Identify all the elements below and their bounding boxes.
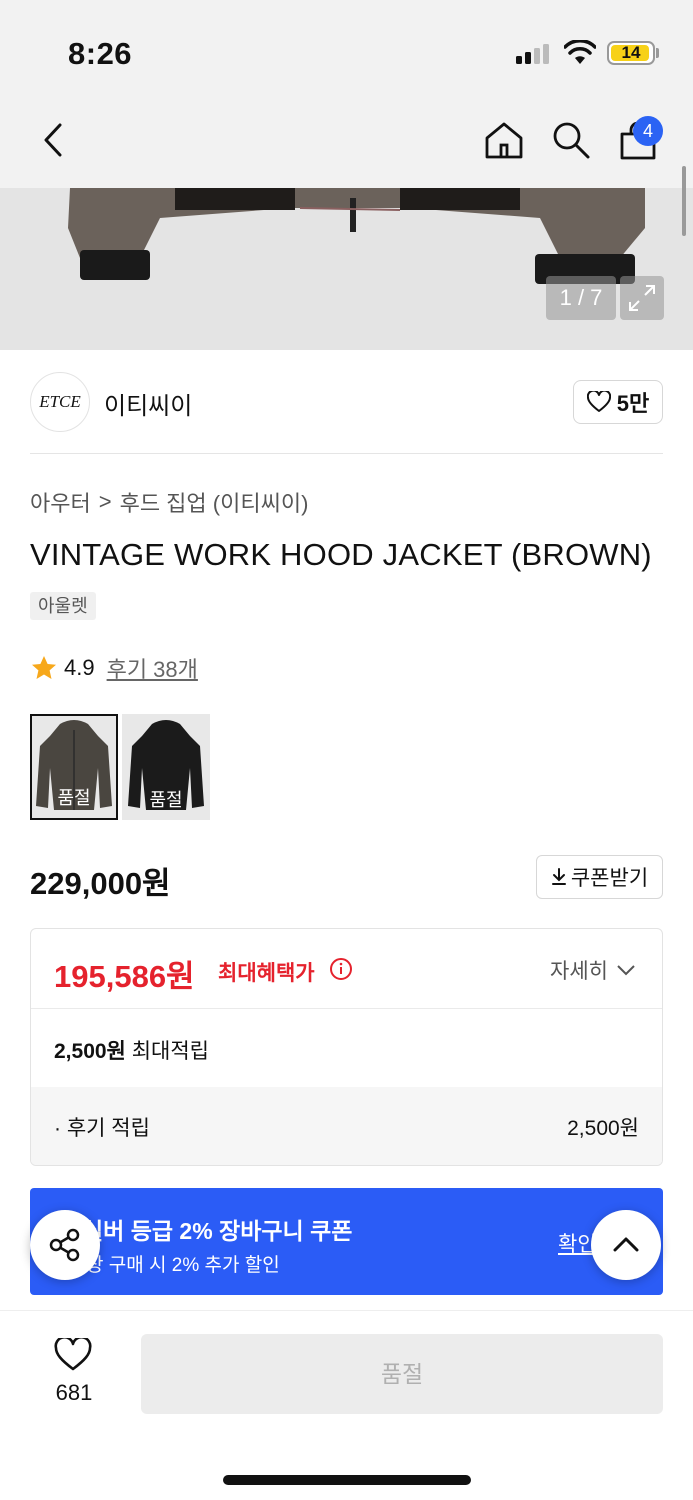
heart-icon (586, 391, 611, 412)
scroll-indicator (682, 166, 686, 236)
brand-name[interactable]: 이티씨이 (104, 386, 192, 421)
rating-value: 4.9 (64, 655, 95, 680)
outlet-tag: 아울렛 (30, 592, 96, 620)
wishlist-count: 681 (55, 1380, 93, 1405)
battery-level: 14 (621, 43, 641, 62)
brand-logo[interactable]: ETCE (30, 372, 90, 432)
home-indicator (223, 1475, 471, 1485)
product-price: 229,000원 (30, 866, 171, 901)
purchase-button-soldout[interactable]: 품절 (141, 1334, 663, 1414)
jacket-image (0, 188, 693, 350)
coupon-banner[interactable]: 실버 등급 2% 장바구니 쿠폰 상 구매 시 2% 추가 할인 확인 (30, 1188, 663, 1295)
share-button[interactable] (30, 1210, 100, 1280)
review-points-row: · 후기 적립 2,500원 (31, 1087, 662, 1165)
info-icon[interactable] (329, 957, 353, 981)
expand-icon (629, 285, 655, 311)
product-title: VINTAGE WORK HOOD JACKET (BROWN) (30, 537, 652, 572)
detail-toggle[interactable]: 자세히 (550, 955, 636, 985)
breadcrumb-subcategory[interactable]: 후드 집업 (이티씨이) (120, 486, 309, 518)
coupon-download-button[interactable]: 쿠폰받기 (536, 855, 663, 899)
signal-icon (516, 44, 549, 64)
chevron-down-icon (617, 965, 635, 976)
points-label: 최대적립 (131, 1040, 209, 1063)
detail-toggle-label: 자세히 (550, 960, 608, 983)
option-thumbnail-black[interactable]: 품절 (122, 714, 210, 820)
expand-image-button[interactable] (620, 276, 664, 320)
best-price: 195,586원 (54, 959, 195, 994)
brand-like-count: 5만 (616, 391, 650, 416)
soldout-label: 품절 (57, 788, 91, 808)
best-price-label: 최대혜택가 (218, 962, 315, 985)
brand-like-button[interactable]: 5만 (573, 380, 663, 424)
option-thumbnail-brown[interactable]: 품절 (30, 714, 118, 820)
scroll-to-top-button[interactable] (591, 1210, 661, 1280)
home-icon[interactable] (484, 120, 524, 160)
rating-row: 4.9 후기 38개 (30, 652, 198, 684)
breadcrumb-separator: > (98, 489, 112, 514)
status-time: 8:26 (68, 36, 133, 71)
points-amount: 2,500원 (54, 1040, 126, 1063)
banner-title: 실버 등급 2% 장바구니 쿠폰 (82, 1218, 353, 1244)
download-icon (551, 868, 566, 885)
wifi-icon (564, 40, 596, 64)
divider (30, 453, 663, 454)
breadcrumb: 아우터 > 후드 집업 (이티씨이) (30, 486, 308, 518)
breadcrumb-category[interactable]: 아우터 (30, 486, 91, 518)
max-points-row: 2,500원 최대적립 (54, 1035, 209, 1065)
wishlist-heart-icon[interactable] (54, 1338, 92, 1372)
battery-icon: 14 (607, 41, 655, 65)
review-points-label: · 후기 적립 (54, 1117, 150, 1140)
coupon-button-label: 쿠폰받기 (570, 867, 649, 890)
soldout-label: 품절 (149, 790, 183, 810)
chevron-up-icon (613, 1237, 639, 1252)
star-icon (32, 656, 56, 679)
share-icon (49, 1228, 80, 1262)
search-icon[interactable] (551, 120, 591, 160)
banner-subtitle: 상 구매 시 2% 추가 할인 (86, 1255, 280, 1276)
review-points-value: 2,500원 (567, 1117, 639, 1140)
status-bar: 8:26 14 (0, 0, 693, 100)
benefit-box: 195,586원 최대혜택가 자세히 2,500원 최대적립 · 후기 적립 2… (30, 928, 663, 1166)
cart-count-badge: 4 (633, 116, 663, 146)
image-counter: 1 / 7 (546, 276, 616, 320)
back-arrow-icon[interactable] (38, 122, 68, 158)
best-price-row[interactable]: 195,586원 최대혜택가 자세히 (31, 929, 662, 1009)
product-image-carousel[interactable] (0, 188, 693, 350)
review-link[interactable]: 후기 38개 (107, 652, 198, 684)
